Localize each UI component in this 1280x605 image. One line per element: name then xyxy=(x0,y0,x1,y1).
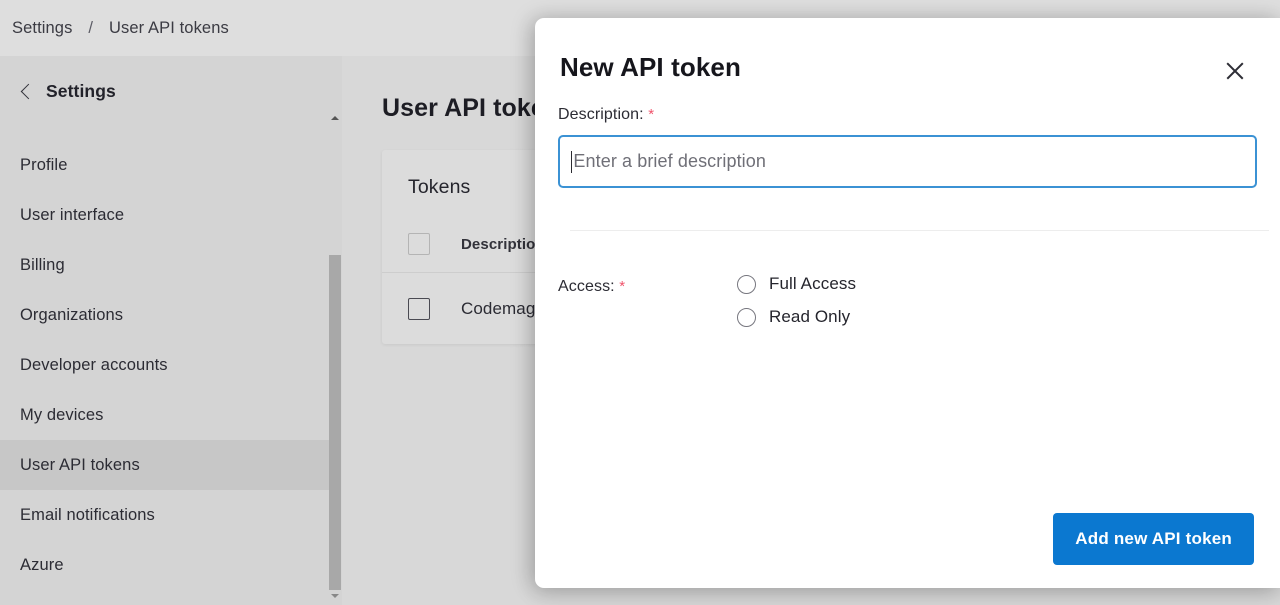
sidebar-item-label: Developer accounts xyxy=(20,355,168,374)
chevron-left-icon xyxy=(20,83,37,99)
modal-header: New API token xyxy=(535,18,1280,88)
access-section: Access: * Full Access Read Only xyxy=(558,274,1257,327)
new-api-token-modal: New API token Description: * Enter a bri… xyxy=(535,18,1280,588)
required-asterisk: * xyxy=(619,278,626,295)
breadcrumb-item-settings[interactable]: Settings xyxy=(8,17,76,40)
sidebar-item-label: Azure xyxy=(20,555,64,574)
access-label-text: Access: xyxy=(558,278,615,295)
description-input-placeholder: Enter a brief description xyxy=(573,151,766,171)
sidebar-item-email-notifications[interactable]: Email notifications xyxy=(0,490,330,540)
select-all-checkbox[interactable] xyxy=(408,233,430,255)
sidebar-item-user-interface[interactable]: User interface xyxy=(0,190,330,240)
sidebar-item-profile[interactable]: Profile xyxy=(0,140,330,190)
description-label-text: Description: xyxy=(558,106,644,123)
required-asterisk: * xyxy=(648,106,655,123)
sidebar-item-developer-accounts[interactable]: Developer accounts xyxy=(0,340,330,390)
sidebar-back-link[interactable]: Settings xyxy=(0,64,342,118)
column-header-description: Description xyxy=(461,235,545,253)
sidebar-item-user-api-tokens[interactable]: User API tokens xyxy=(0,440,330,490)
access-field-label: Access: * xyxy=(558,274,737,327)
breadcrumb-separator: / xyxy=(88,18,94,37)
modal-body: Description: * Enter a brief description… xyxy=(535,106,1280,327)
sidebar-back-label: Settings xyxy=(46,80,116,101)
text-caret xyxy=(571,150,573,173)
sidebar-item-label: Profile xyxy=(20,155,68,174)
scroll-up-arrow-icon[interactable] xyxy=(329,111,341,125)
radio-label: Full Access xyxy=(769,274,857,293)
settings-sidebar: Settings Profile User interface Billing … xyxy=(0,56,342,605)
sidebar-item-label: Billing xyxy=(20,255,65,274)
scroll-down-arrow-icon[interactable] xyxy=(329,589,341,603)
sidebar-item-azure[interactable]: Azure xyxy=(0,540,330,590)
sidebar-item-organizations[interactable]: Organizations xyxy=(0,290,330,340)
radio-circle-icon xyxy=(737,274,756,294)
section-divider xyxy=(570,230,1269,231)
radio-label: Read Only xyxy=(769,307,851,326)
sidebar-item-label: User interface xyxy=(20,205,125,224)
close-icon[interactable] xyxy=(1218,54,1252,88)
scrollbar-thumb[interactable] xyxy=(329,255,341,590)
sidebar-item-label: My devices xyxy=(20,405,104,424)
sidebar-item-my-devices[interactable]: My devices xyxy=(0,390,330,440)
radio-option-read-only[interactable]: Read Only xyxy=(737,307,856,327)
sidebar-item-label: User API tokens xyxy=(20,455,140,474)
sidebar-item-label: Email notifications xyxy=(20,505,155,524)
sidebar-nav-list: Profile User interface Billing Organizat… xyxy=(0,140,342,590)
breadcrumb-item-current: User API tokens xyxy=(109,18,229,37)
radio-option-full-access[interactable]: Full Access xyxy=(737,274,856,294)
description-field-label: Description: * xyxy=(558,106,1257,124)
sidebar-scrollbar[interactable] xyxy=(329,56,341,605)
row-select-checkbox[interactable] xyxy=(408,297,430,320)
modal-title: New API token xyxy=(560,52,741,82)
description-input[interactable]: Enter a brief description xyxy=(558,135,1257,188)
add-new-api-token-button[interactable]: Add new API token xyxy=(1053,513,1254,565)
sidebar-item-billing[interactable]: Billing xyxy=(0,240,330,290)
modal-footer: Add new API token xyxy=(535,513,1280,588)
access-radio-group: Full Access Read Only xyxy=(737,274,856,327)
sidebar-item-label: Organizations xyxy=(20,305,124,324)
radio-circle-icon xyxy=(737,307,756,327)
